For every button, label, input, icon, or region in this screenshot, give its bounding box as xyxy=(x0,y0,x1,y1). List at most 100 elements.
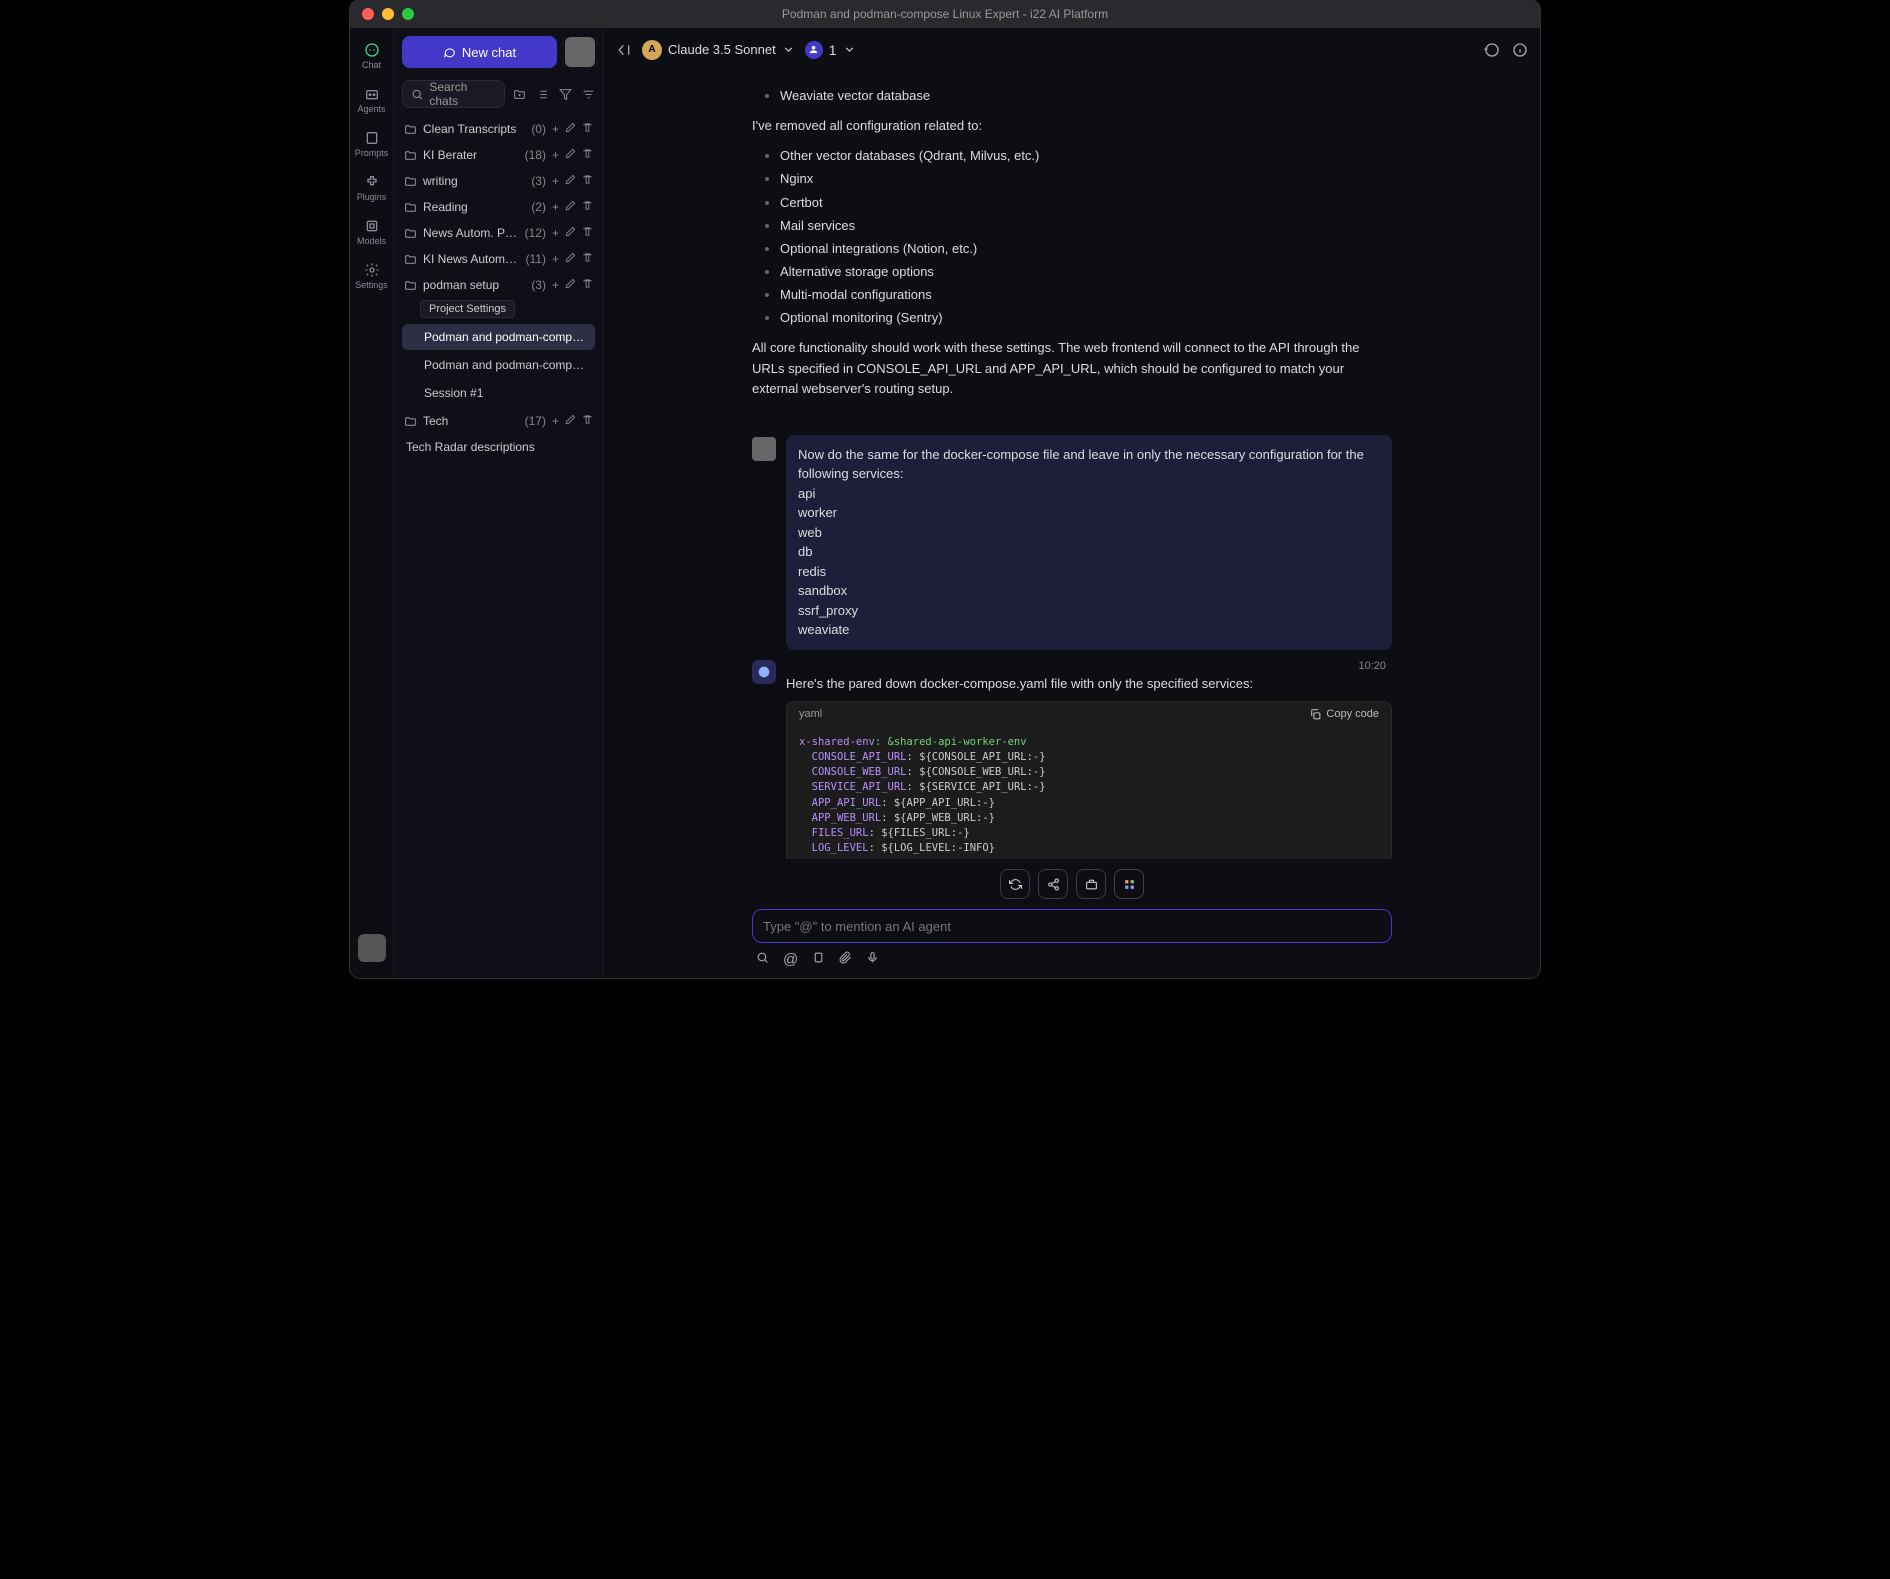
mic-icon[interactable] xyxy=(866,951,879,968)
regenerate-button[interactable] xyxy=(1000,869,1030,899)
message-actions xyxy=(988,869,1156,899)
edit-icon[interactable] xyxy=(565,414,576,428)
add-icon[interactable]: + xyxy=(552,200,559,214)
attach-icon[interactable] xyxy=(839,951,852,968)
share-button[interactable] xyxy=(1038,869,1068,899)
folder-item[interactable]: KI Berater(18)+ xyxy=(398,142,599,168)
new-folder-icon[interactable] xyxy=(513,88,526,101)
assistant-text: Here's the pared down docker-compose.yam… xyxy=(786,672,1392,701)
add-icon[interactable]: + xyxy=(552,252,559,266)
message-input-field[interactable] xyxy=(763,919,1381,934)
search-tool-icon[interactable] xyxy=(756,951,769,968)
delete-icon[interactable] xyxy=(582,226,593,240)
delete-icon[interactable] xyxy=(582,278,593,292)
add-icon[interactable]: + xyxy=(552,226,559,240)
message-input[interactable] xyxy=(752,909,1392,943)
folder-item[interactable]: podman setup(3)+ xyxy=(398,272,599,298)
user-avatar[interactable] xyxy=(565,37,595,67)
add-icon[interactable]: + xyxy=(552,174,559,188)
copy-code-button[interactable]: Copy code xyxy=(1309,708,1379,721)
agent-badge-icon xyxy=(805,41,823,59)
template-icon[interactable] xyxy=(812,951,825,968)
toolbox-button[interactable] xyxy=(1076,869,1106,899)
history-icon[interactable] xyxy=(1484,42,1500,58)
agent-count-selector[interactable]: 1 xyxy=(805,41,856,59)
project-settings-chip[interactable]: Project Settings xyxy=(420,300,515,318)
rail-agents[interactable]: Agents xyxy=(352,80,392,120)
add-icon[interactable]: + xyxy=(552,122,559,136)
add-icon[interactable]: + xyxy=(552,414,559,428)
session-item[interactable]: Podman and podman-compos... xyxy=(402,324,595,350)
folder-item[interactable]: News Autom. Prompts(12)+ xyxy=(398,220,599,246)
folder-count: (2) xyxy=(531,200,546,214)
folder-item[interactable]: KI News Automator(11)+ xyxy=(398,246,599,272)
folder-item[interactable]: Reading (2) + xyxy=(398,194,599,220)
folder-name: Clean Transcripts xyxy=(423,122,525,136)
mention-icon[interactable]: @ xyxy=(783,951,798,968)
loose-chat-item[interactable]: Tech Radar descriptions xyxy=(398,434,599,460)
sidebar: New chat Search chats Clean Transcripts(… xyxy=(394,28,604,978)
user-avatar-small[interactable] xyxy=(358,934,386,962)
edit-icon[interactable] xyxy=(565,122,576,136)
sort-icon[interactable] xyxy=(582,88,595,101)
main-pane: A Claude 3.5 Sonnet 1 xyxy=(604,28,1540,978)
folder-item[interactable]: Tech(17)+ xyxy=(398,408,599,434)
delete-icon[interactable] xyxy=(582,148,593,162)
edit-icon[interactable] xyxy=(565,278,576,292)
model-selector[interactable]: A Claude 3.5 Sonnet xyxy=(642,40,795,60)
maximize-icon[interactable] xyxy=(402,8,414,20)
list-item: Certbot xyxy=(780,193,1392,213)
copy-icon xyxy=(1309,708,1322,721)
edit-icon[interactable] xyxy=(565,148,576,162)
folder-name: writing xyxy=(423,174,525,188)
assistant-message: 10:20 Here's the pared down docker-compo… xyxy=(752,660,1392,859)
info-icon[interactable] xyxy=(1512,42,1528,58)
search-input[interactable]: Search chats xyxy=(402,80,505,108)
delete-icon[interactable] xyxy=(582,414,593,428)
new-chat-button[interactable]: New chat xyxy=(402,36,557,68)
paragraph: All core functionality should work with … xyxy=(752,338,1392,398)
delete-icon[interactable] xyxy=(582,252,593,266)
rail-chat[interactable]: Chat xyxy=(352,36,392,76)
folder-item[interactable]: Clean Transcripts(0)+ xyxy=(398,116,599,142)
delete-icon[interactable] xyxy=(582,200,593,214)
edit-icon[interactable] xyxy=(565,226,576,240)
folder-count: (18) xyxy=(525,148,546,162)
collapse-sidebar-icon[interactable] xyxy=(616,42,632,58)
add-icon[interactable]: + xyxy=(552,148,559,162)
user-avatar-icon xyxy=(752,437,776,461)
folder-list: Clean Transcripts(0)+KI Berater(18)+writ… xyxy=(394,116,603,978)
delete-icon[interactable] xyxy=(582,122,593,136)
edit-icon[interactable] xyxy=(565,174,576,188)
close-icon[interactable] xyxy=(362,8,374,20)
folder-item[interactable]: writing(3)+ xyxy=(398,168,599,194)
list-icon[interactable] xyxy=(536,88,549,101)
folder-count: (12) xyxy=(525,226,546,240)
add-icon[interactable]: + xyxy=(552,278,559,292)
rail-plugins[interactable]: Plugins xyxy=(352,168,392,208)
edit-icon[interactable] xyxy=(565,200,576,214)
paragraph: I've removed all configuration related t… xyxy=(752,116,1392,136)
filter-icon[interactable] xyxy=(559,88,572,101)
folder-count: (11) xyxy=(526,252,546,266)
edit-icon[interactable] xyxy=(565,252,576,266)
apps-button[interactable] xyxy=(1114,869,1144,899)
app-body: Chat Agents Prompts Plugins Models Setti… xyxy=(350,28,1540,978)
rail-models[interactable]: Models xyxy=(352,212,392,252)
rail-prompts[interactable]: Prompts xyxy=(352,124,392,164)
user-message-body: Now do the same for the docker-compose f… xyxy=(786,435,1392,650)
window-title: Podman and podman-compose Linux Expert -… xyxy=(350,7,1540,21)
folder-count: (3) xyxy=(531,278,546,292)
minimize-icon[interactable] xyxy=(382,8,394,20)
folder-name: Reading xyxy=(423,200,525,214)
session-item[interactable]: Session #1 xyxy=(402,380,595,406)
chat-icon xyxy=(364,42,380,58)
topbar: A Claude 3.5 Sonnet 1 xyxy=(604,28,1540,72)
list-item: Optional monitoring (Sentry) xyxy=(780,308,1392,328)
chevron-down-icon xyxy=(782,43,795,56)
rail-settings[interactable]: Settings xyxy=(352,256,392,296)
nav-rail: Chat Agents Prompts Plugins Models Setti… xyxy=(350,28,394,978)
delete-icon[interactable] xyxy=(582,174,593,188)
session-item[interactable]: Podman and podman-compose ... xyxy=(402,352,595,378)
code-block: yaml Copy code x-shared-env: &shared-api… xyxy=(786,701,1392,859)
